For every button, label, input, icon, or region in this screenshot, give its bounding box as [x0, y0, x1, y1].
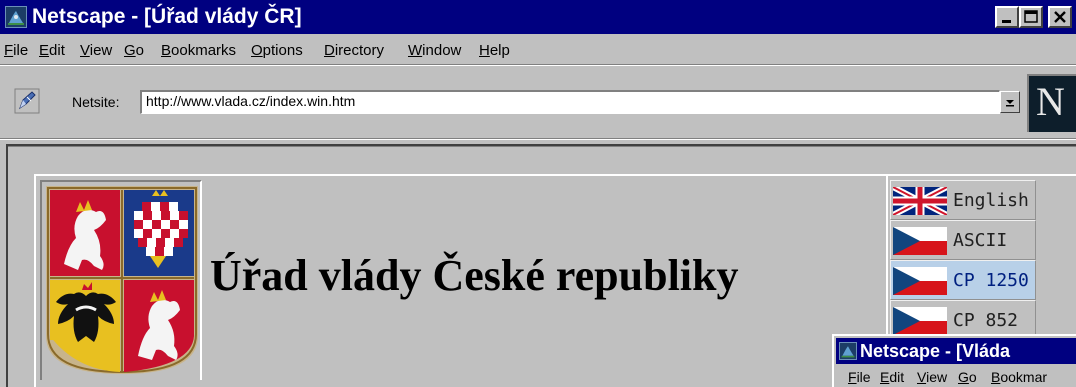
url-dropdown-button[interactable]: [1000, 91, 1020, 113]
throbber-letter: N: [1036, 79, 1065, 124]
url-input[interactable]: http://www.vlada.cz/index.win.htm: [140, 90, 1000, 114]
czech-flag-icon: [893, 227, 947, 255]
maximize-button[interactable]: [1019, 6, 1043, 28]
language-label-ascii: ASCII: [953, 230, 1008, 251]
second-menu-edit[interactable]: Edit: [880, 369, 904, 385]
toolbar-divider: [0, 64, 1076, 66]
content-divider: [0, 138, 1076, 140]
menu-file[interactable]: File: [4, 42, 28, 59]
menu-go[interactable]: Go: [124, 42, 144, 59]
language-button-ascii[interactable]: ASCII: [890, 220, 1036, 260]
second-netscape-window[interactable]: Netscape - [Vláda File Edit View Go Book…: [832, 334, 1076, 387]
netscape-throbber-logo[interactable]: N: [1027, 74, 1076, 132]
menu-bookmarks[interactable]: Bookmarks: [161, 42, 236, 59]
language-label-cp1250: CP 1250: [953, 270, 1029, 291]
title-bar[interactable]: Netscape - [Úřad vlády ČR]: [0, 0, 1076, 34]
menu-bar: File Edit View Go Bookmarks Options Dire…: [0, 34, 1076, 64]
menu-edit[interactable]: Edit: [39, 42, 65, 59]
close-button[interactable]: [1048, 6, 1072, 28]
language-button-cp1250[interactable]: CP 1250: [890, 260, 1036, 300]
language-label-english: English: [953, 190, 1029, 211]
netsite-label: Netsite:: [72, 94, 120, 110]
minimize-button[interactable]: [995, 6, 1019, 28]
bookmark-quickfile-icon[interactable]: [14, 88, 40, 114]
menu-directory[interactable]: Directory: [324, 42, 384, 59]
uk-flag-icon: [893, 187, 947, 215]
language-label-cp852: CP 852: [953, 310, 1019, 331]
czech-flag-icon: [893, 307, 947, 335]
location-toolbar: Netsite: http://www.vlada.cz/index.win.h…: [0, 68, 1076, 136]
menu-help[interactable]: Help: [479, 42, 510, 59]
second-menu-file[interactable]: File: [848, 369, 871, 385]
menu-window[interactable]: Window: [408, 42, 461, 59]
language-button-english[interactable]: English: [890, 180, 1036, 220]
coat-of-arms-cell: [40, 180, 202, 380]
czech-coat-of-arms-icon: [46, 186, 198, 374]
second-menu-bookmarks[interactable]: Bookmar: [991, 369, 1047, 385]
window-title: Netscape - [Úřad vlády ČR]: [32, 5, 302, 28]
second-menu-go[interactable]: Go: [958, 369, 977, 385]
second-window-title-bar[interactable]: Netscape - [Vláda: [836, 338, 1076, 364]
czech-flag-icon: [893, 267, 947, 295]
netscape-app-icon[interactable]: [5, 6, 27, 28]
menu-view[interactable]: View: [80, 42, 112, 59]
page-heading: Úřad vlády České republiky: [210, 251, 739, 300]
menu-options[interactable]: Options: [251, 42, 303, 59]
second-window-title: Netscape - [Vláda: [860, 341, 1011, 361]
second-menu-view[interactable]: View: [917, 369, 947, 385]
netscape-app-icon[interactable]: [839, 342, 857, 360]
